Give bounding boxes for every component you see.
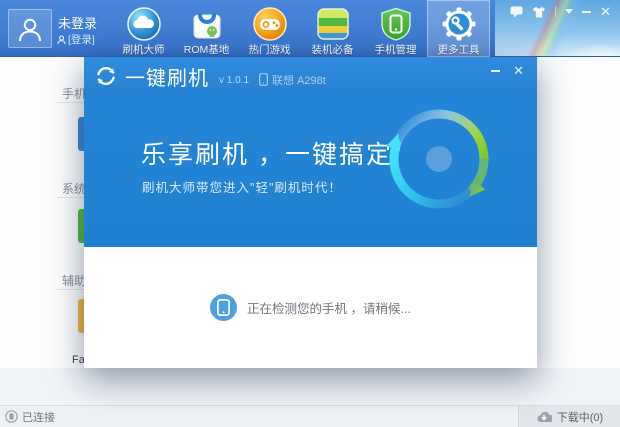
- controls-divider: [555, 6, 556, 17]
- cloud-download-icon: [536, 411, 552, 423]
- minimize-window-button[interactable]: [582, 5, 591, 18]
- nav-item-hot-games[interactable]: 热门游戏: [238, 0, 301, 57]
- connected-phone-icon: [5, 410, 18, 423]
- detecting-status-text: 正在检测您的手机 ，请稍候...: [247, 298, 411, 317]
- partial-tool-label: Fa: [72, 354, 85, 366]
- device-name-label: 联想 A298t: [272, 72, 326, 88]
- nav-label: 刷机大师: [123, 42, 165, 57]
- section-divider: [57, 102, 87, 103]
- status-bar: 已连接 下载中(0): [0, 405, 620, 427]
- section-label-phone: 手机: [62, 85, 86, 102]
- user-avatar[interactable]: [8, 9, 52, 48]
- nav-label: 更多工具: [438, 42, 480, 57]
- nav-label: ROM基地: [184, 42, 230, 57]
- gamepad-icon: [251, 5, 288, 42]
- nav-item-more-tools[interactable]: 更多工具: [427, 0, 490, 57]
- person-icon: [16, 15, 44, 43]
- login-link[interactable]: [登录]: [57, 32, 95, 47]
- connection-status: 已连接: [5, 409, 55, 425]
- top-navigation-bar: 未登录 [登录] 刷机大师: [0, 0, 620, 57]
- section-divider: [57, 197, 87, 198]
- main-nav: 刷机大师 ROM基地: [112, 0, 490, 57]
- banner-headline: 乐享刷机 ，一键搞定: [141, 135, 393, 171]
- shield-phone-icon: [377, 5, 414, 42]
- nav-item-flash-master[interactable]: 刷机大师: [112, 0, 175, 57]
- login-link-label: [登录]: [68, 32, 95, 47]
- sync-circle-icon: [95, 65, 117, 87]
- phone-outline-icon: [259, 73, 268, 86]
- banner-subline: 刷机大师带您进入"轻"刷机时代！: [142, 177, 342, 196]
- section-divider: [57, 289, 87, 290]
- person-small-icon: [57, 35, 66, 45]
- gear-wrench-icon: [440, 5, 477, 42]
- dialog-version: v 1.0.1: [219, 75, 249, 86]
- dialog-minimize-button[interactable]: [491, 64, 500, 77]
- feedback-bubble-icon[interactable]: [510, 5, 523, 18]
- one-key-flash-dialog: 一键刷机 v 1.0.1 联想 A298t ✕ 乐享刷机 ，一键搞定 刷机大师带…: [84, 57, 537, 368]
- dialog-title: 一键刷机: [125, 62, 209, 91]
- connection-status-label: 已连接: [22, 409, 55, 425]
- nav-label: 装机必备: [312, 42, 354, 57]
- rom-bag-icon: [188, 5, 225, 42]
- nav-item-phone-manager[interactable]: 手机管理: [364, 0, 427, 57]
- dialog-banner: 乐享刷机 ，一键搞定 刷机大师带您进入"轻"刷机时代！: [84, 95, 537, 247]
- download-manager-button[interactable]: 下载中(0): [518, 406, 620, 427]
- nav-label: 热门游戏: [249, 42, 291, 57]
- dialog-header: 一键刷机 v 1.0.1 联想 A298t ✕: [84, 57, 537, 95]
- page-lower-band: [0, 368, 620, 405]
- nav-item-rom-base[interactable]: ROM基地: [175, 0, 238, 57]
- dialog-close-button[interactable]: ✕: [513, 64, 524, 77]
- menu-chevron-icon[interactable]: [565, 5, 573, 18]
- nav-label: 手机管理: [375, 42, 417, 57]
- dialog-body: 正在检测您的手机 ，请稍候...: [84, 247, 537, 368]
- cloud-icon: [125, 5, 162, 42]
- app-window: 手机 系统 辅助 Fa 未登录 [登录]: [0, 0, 620, 427]
- connected-device: 联想 A298t: [259, 72, 326, 88]
- sync-arrows-graphic: [381, 101, 497, 217]
- nav-item-essential-apps[interactable]: 装机必备: [301, 0, 364, 57]
- dialog-controls: ✕: [491, 64, 524, 77]
- section-label-system: 系统: [62, 180, 86, 197]
- skin-theme-icon[interactable]: [532, 5, 546, 18]
- close-window-button[interactable]: ✕: [600, 5, 611, 18]
- login-status-text: 未登录: [58, 13, 97, 32]
- stacked-apps-icon: [314, 5, 351, 42]
- phone-detect-icon: [210, 294, 237, 321]
- section-label-assist: 辅助: [62, 272, 86, 289]
- window-controls: ✕: [510, 5, 611, 18]
- download-count-label: 下载中(0): [557, 409, 603, 425]
